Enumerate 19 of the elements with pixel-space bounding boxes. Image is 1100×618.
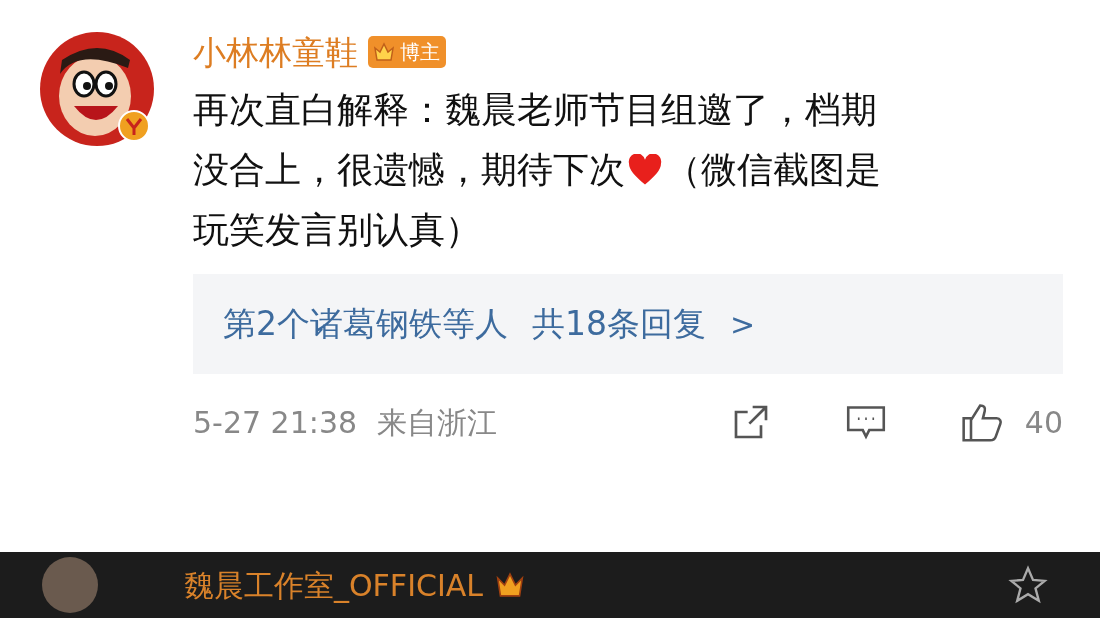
comment-text: 没合上，很遗憾，期待下次 bbox=[193, 148, 625, 192]
author-name[interactable]: 魏晨工作室_OFFICIAL bbox=[184, 562, 483, 608]
star-icon[interactable] bbox=[1008, 565, 1048, 605]
post-location: 来自浙江 bbox=[377, 403, 498, 442]
post-time: 5-27 21:38 bbox=[193, 403, 358, 442]
chevron-text: > bbox=[730, 305, 756, 344]
comment-text: 玩笑发言别认真） bbox=[193, 208, 481, 252]
author-name[interactable]: 小林林童鞋 bbox=[193, 35, 358, 69]
heart-icon bbox=[627, 154, 663, 186]
reply-count: 共18条回复 bbox=[532, 303, 706, 346]
comment-text: （微信截图是 bbox=[665, 148, 881, 192]
replies-panel[interactable]: 第2个诸葛钢铁等人 共18条回复 > bbox=[193, 274, 1063, 374]
like-count: 40 bbox=[1024, 403, 1063, 442]
cartoon-avatar-icon bbox=[38, 30, 156, 148]
reply-participants: 第2个诸葛钢铁等人 bbox=[223, 303, 508, 346]
blogger-badge: 博主 bbox=[368, 36, 446, 68]
crown-icon bbox=[372, 40, 396, 64]
comment-text: 再次直白解释：魏晨老师节目组邀了，档期 bbox=[193, 88, 877, 132]
avatar-photo-placeholder bbox=[42, 557, 98, 613]
